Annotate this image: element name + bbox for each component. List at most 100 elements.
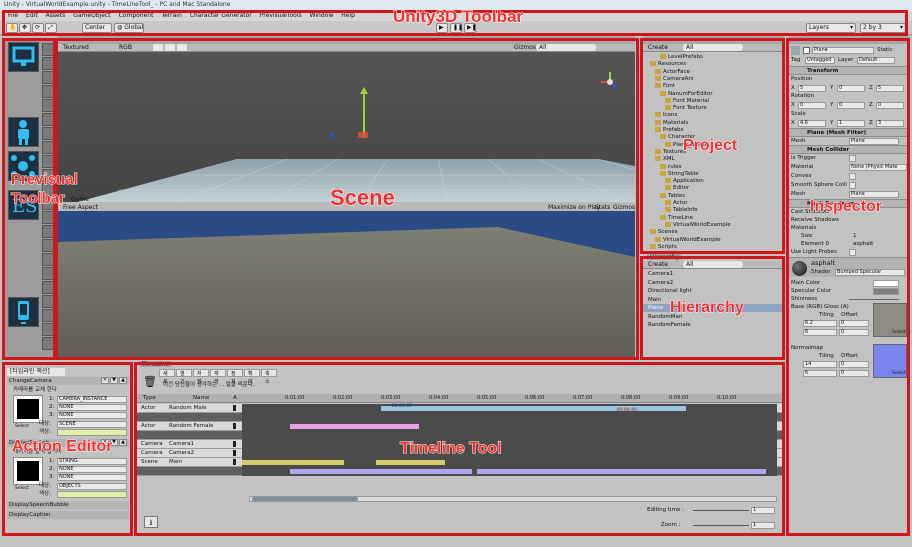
color-swatch[interactable] [57, 491, 127, 498]
timeline-track[interactable] [137, 467, 782, 476]
action-thumbnail[interactable] [13, 395, 43, 423]
element-field[interactable]: asphalt [853, 240, 873, 248]
target-field[interactable]: SCENE [57, 421, 127, 428]
timeline-toolbar-button[interactable]: 정지 [227, 369, 243, 385]
scale-tool-button[interactable]: ⤢ [45, 23, 57, 33]
menu-item[interactable]: Component [119, 12, 154, 20]
collider-mesh-field[interactable]: Plane [849, 191, 899, 198]
menu-item[interactable]: Window [310, 12, 334, 20]
hierarchy-tab[interactable]: Hierarchy [647, 254, 683, 261]
timeline-clip[interactable] [242, 460, 344, 465]
track-lock-icon[interactable] [233, 450, 236, 456]
download-icon[interactable]: ⭳ [144, 516, 158, 528]
layout-dropdown[interactable]: 2 by 3 ▾ [860, 23, 906, 33]
inspector-tab[interactable] [789, 36, 909, 44]
rgb-dropdown[interactable]: RGB [116, 44, 135, 52]
track-lock-icon[interactable] [233, 441, 236, 447]
smooth-checkbox[interactable] [849, 182, 856, 189]
mesh-collider-section[interactable]: Mesh Collider [789, 145, 909, 154]
close-icon[interactable]: ✕ [101, 377, 109, 384]
convex-checkbox[interactable] [849, 173, 856, 180]
is-trigger-checkbox[interactable] [849, 155, 856, 162]
tool-icon[interactable] [42, 337, 55, 350]
hierarchy-create-button[interactable]: Create [645, 261, 671, 269]
tool-icon[interactable] [42, 225, 55, 238]
tool-icon[interactable] [42, 253, 55, 266]
tool-icon[interactable] [42, 309, 55, 322]
base-tiling-x[interactable]: 6.2 [803, 320, 837, 327]
track-lane[interactable] [242, 413, 777, 422]
vector-field[interactable]: 3 [876, 120, 904, 127]
layer-dropdown[interactable]: Default [857, 57, 895, 64]
tool-icon[interactable] [42, 155, 55, 168]
monitor-icon[interactable] [8, 42, 39, 72]
timeline-clip[interactable] [381, 406, 687, 411]
vector-field[interactable]: 4.6 [798, 120, 826, 127]
tool-icon[interactable] [42, 43, 55, 56]
tool-icon[interactable] [42, 99, 55, 112]
rotate-tool-button[interactable]: ⟳ [32, 23, 44, 33]
tool-icon[interactable] [42, 85, 55, 98]
action-param-field[interactable]: NONE [57, 412, 127, 419]
menu-item[interactable]: PrevisualTools [260, 12, 302, 20]
vector-field[interactable]: 0 [798, 102, 826, 109]
timeline-toolbar-button[interactable]: 재생 [210, 369, 226, 385]
action-param-field[interactable]: NONE [57, 474, 127, 481]
vector-field[interactable]: 5 [798, 85, 826, 92]
timeline-track[interactable]: Actor Random Male 00:03:37 00:06:46 [137, 404, 782, 413]
action-param-field[interactable]: NONE [57, 404, 127, 411]
hand-tool-button[interactable]: ✋ [6, 23, 18, 33]
timeline-clip[interactable] [375, 460, 446, 465]
project-tree-item[interactable]: Scripts [650, 243, 677, 251]
timeline-clip[interactable] [477, 469, 767, 474]
menu-item[interactable]: GameObject [73, 12, 110, 20]
vector-field[interactable]: 0 [876, 102, 904, 109]
project-create-button[interactable]: Create [645, 44, 671, 52]
color-swatch[interactable] [57, 429, 127, 436]
hierarchy-item[interactable]: Camera1 [643, 270, 784, 278]
timeline-track[interactable]: Actor Random Female [137, 422, 782, 431]
editing-time-value[interactable]: 1 [751, 507, 775, 514]
zoom-value[interactable]: 1 [751, 522, 775, 529]
track-lane[interactable] [242, 449, 777, 458]
tool-icon[interactable] [42, 113, 55, 126]
action-group-header[interactable]: DisplaySpeechBubble [7, 501, 129, 509]
track-lane[interactable] [242, 467, 777, 476]
track-lock-icon[interactable] [233, 459, 236, 465]
up-arrow-icon[interactable]: ▲ [119, 439, 127, 446]
trash-icon[interactable]: 🗑 [143, 376, 157, 388]
normal-tiling-x[interactable]: 14 [803, 361, 837, 368]
tag-dropdown[interactable]: Untagged [805, 57, 835, 64]
tool-icon[interactable] [42, 141, 55, 154]
timeline-toolbar-button[interactable]: 저장 [193, 369, 209, 385]
tool-icon[interactable] [42, 239, 55, 252]
track-lane[interactable] [242, 440, 777, 449]
action-param-field[interactable]: CAMERA_INSTANCE [57, 396, 127, 403]
object-name-field[interactable]: Plane [812, 47, 874, 54]
action-param-field[interactable]: NONE [57, 466, 127, 473]
tool-icon[interactable] [42, 71, 55, 84]
tool-icon[interactable] [42, 281, 55, 294]
track-lane[interactable] [242, 422, 777, 431]
track-lock-icon[interactable] [233, 423, 236, 429]
tool-icon[interactable] [42, 323, 55, 336]
action-thumbnail[interactable] [13, 457, 43, 485]
timeline-track[interactable] [137, 431, 782, 440]
vector-field[interactable]: 0 [837, 85, 865, 92]
menu-item[interactable]: File [8, 12, 18, 20]
timeline-clip[interactable] [290, 469, 473, 474]
device-icon[interactable] [8, 297, 39, 327]
base-tiling-y[interactable]: 6 [803, 329, 837, 336]
tool-icon[interactable] [42, 127, 55, 140]
menu-item[interactable]: Help [341, 12, 355, 20]
vector-field[interactable]: 5 [876, 85, 904, 92]
hierarchy-item[interactable]: Camera2 [643, 279, 784, 287]
track-lock-icon[interactable] [233, 405, 236, 411]
timeline-toolbar-button[interactable]: 확대 [244, 369, 260, 385]
main-color-swatch[interactable] [873, 280, 899, 287]
scene-search-input[interactable]: All [536, 44, 596, 51]
action-param-field[interactable]: STRING [57, 458, 127, 465]
timeline-clip[interactable] [290, 424, 419, 429]
shader-dropdown[interactable]: Bumped Specular [835, 269, 905, 276]
layers-dropdown[interactable]: Layers ▾ [806, 23, 856, 33]
